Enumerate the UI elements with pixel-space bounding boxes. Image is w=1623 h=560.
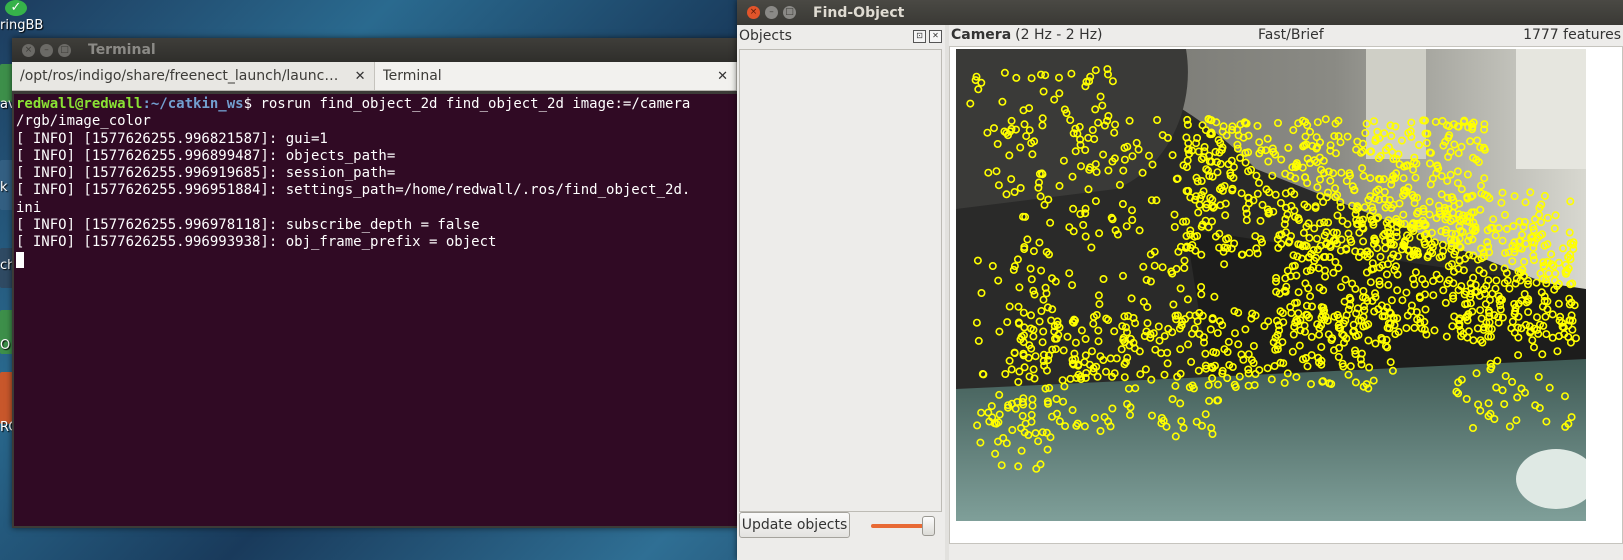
desktop-icon-label[interactable]: O	[0, 338, 10, 353]
camera-title: Camera	[951, 27, 1012, 43]
close-icon[interactable]: ×	[747, 6, 760, 19]
output-line: [ INFO] [1577626255.996919685]: session_…	[16, 165, 396, 182]
tab-label: /opt/ros/indigo/share/freenect_launch/la…	[20, 68, 339, 84]
desktop-check-icon[interactable]: ✓	[5, 0, 27, 16]
find-object-window: × – □ Find-Object Objects ⊡ ✕ Update obj…	[737, 0, 1623, 560]
camera-image	[956, 49, 1586, 521]
maximize-icon[interactable]: □	[783, 6, 796, 19]
tab-close-icon[interactable]: ✕	[717, 69, 728, 84]
camera-view[interactable]	[949, 46, 1623, 544]
tab-terminal[interactable]: Terminal ✕	[374, 62, 737, 90]
desktop-icon-label[interactable]: k	[0, 180, 8, 195]
objects-panel: Objects ⊡ ✕ Update objects	[737, 25, 945, 560]
camera-header: Camera (2 Hz - 2 Hz) Fast/Brief 1777 fea…	[949, 25, 1623, 45]
detector-label: Fast/Brief	[1258, 27, 1324, 43]
float-panel-icon[interactable]: ⊡	[913, 29, 926, 43]
maximize-icon[interactable]: □	[58, 43, 71, 57]
camera-panel: Camera (2 Hz - 2 Hz) Fast/Brief 1777 fea…	[949, 25, 1623, 560]
terminal-tab-bar: /opt/ros/indigo/share/freenect_launch/la…	[12, 62, 737, 91]
objects-list[interactable]	[739, 49, 942, 512]
minimize-icon[interactable]: –	[40, 43, 53, 57]
terminal-output[interactable]: redwall@redwall:~/catkin_ws$ rosrun find…	[14, 94, 737, 526]
text-cursor	[16, 251, 24, 268]
minimize-icon[interactable]: –	[765, 6, 778, 19]
prompt-symbol: $	[243, 96, 261, 112]
terminal-window: × – □ Terminal /opt/ros/indigo/share/fre…	[12, 38, 737, 528]
tab-label: Terminal	[382, 68, 442, 84]
desktop-icon-label[interactable]: ringBB	[0, 18, 43, 33]
output-line: [ INFO] [1577626255.996993938]: obj_fram…	[16, 234, 497, 251]
camera-feed	[956, 49, 1586, 521]
output-line: [ INFO] [1577626255.996951884]: settings…	[16, 182, 691, 199]
output-line: [ INFO] [1577626255.996821587]: gui=1	[16, 130, 328, 147]
terminal-titlebar[interactable]: × – □ Terminal	[12, 38, 737, 62]
output-line: ini	[16, 199, 42, 216]
objects-panel-title: Objects	[739, 28, 792, 44]
output-line: [ INFO] [1577626255.996899487]: objects_…	[16, 147, 396, 164]
find-object-content: Objects ⊡ ✕ Update objects Camera (2 Hz …	[737, 25, 1623, 560]
window-title: Terminal	[88, 42, 156, 58]
window-title: Find-Object	[813, 4, 905, 21]
feature-count: 1777 features	[1523, 27, 1621, 43]
objects-panel-header: Objects ⊡ ✕	[737, 25, 945, 47]
output-line: [ INFO] [1577626255.996978118]: subscrib…	[16, 217, 480, 234]
camera-rate: (2 Hz - 2 Hz)	[1015, 27, 1103, 43]
tab-freenect-launch[interactable]: /opt/ros/indigo/share/freenect_launch/la…	[12, 62, 375, 90]
tab-close-icon[interactable]: ✕	[355, 69, 366, 84]
prompt-path: :~/catkin_ws	[142, 96, 244, 112]
command-wrap-text: /rgb/image_color	[16, 113, 151, 130]
slider-handle[interactable]	[922, 516, 935, 536]
prompt-user: redwall@redwall	[16, 96, 143, 112]
update-objects-button[interactable]: Update objects	[739, 512, 850, 538]
close-panel-icon[interactable]: ✕	[929, 29, 942, 43]
close-icon[interactable]: ×	[22, 43, 35, 57]
camera-window-light	[1516, 49, 1586, 169]
command-text: rosrun find_object_2d find_object_2d ima…	[260, 96, 691, 112]
find-object-titlebar[interactable]: × – □ Find-Object	[737, 0, 1623, 25]
